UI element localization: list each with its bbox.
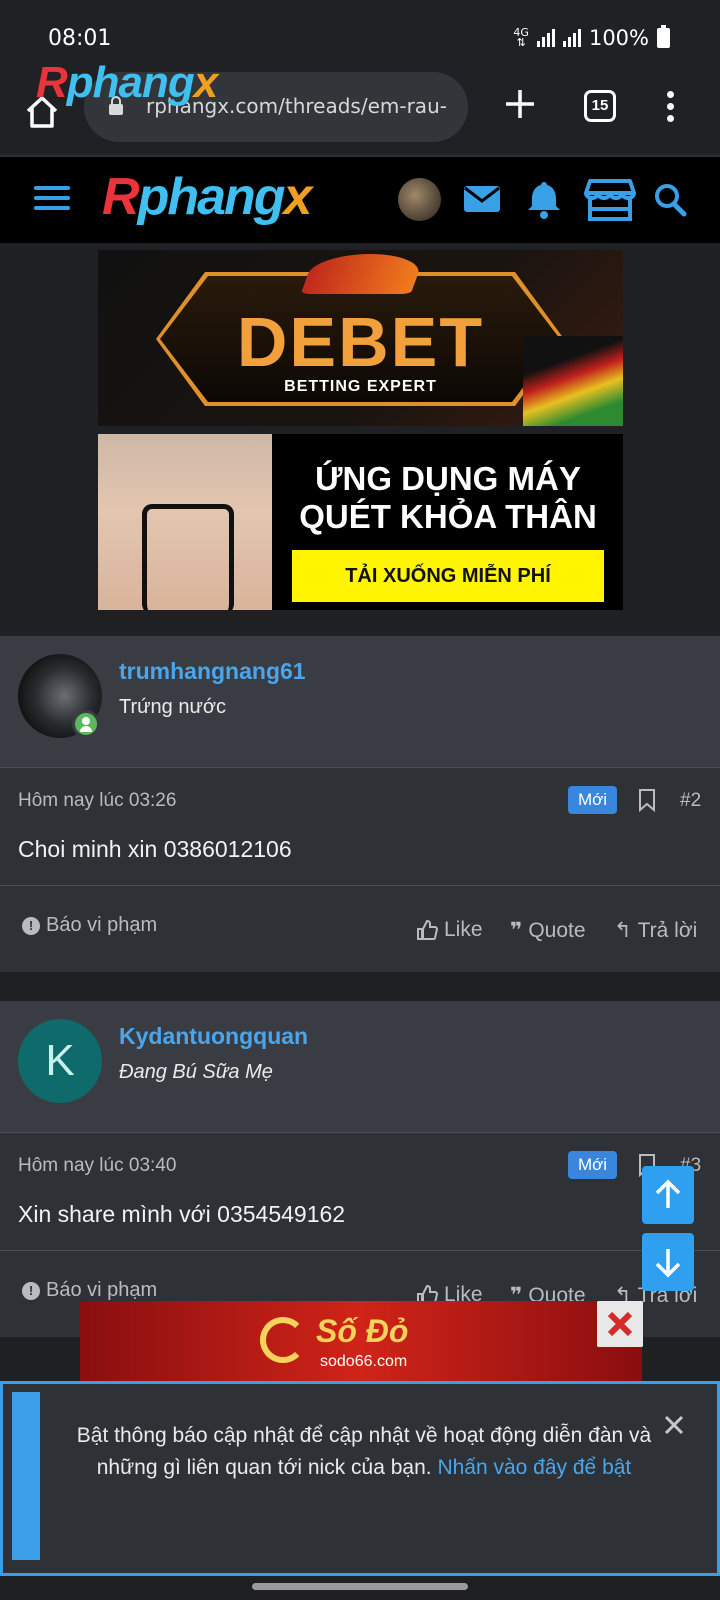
notification-prompt: Bật thông báo cập nhật để cập nhật về ho… (0, 1381, 720, 1576)
reply-icon: ↰ (614, 919, 632, 942)
arrow-up-icon (655, 1179, 681, 1208)
user-avatar[interactable] (398, 178, 441, 221)
post-content: Xin share mình với 0354549162 (18, 1201, 346, 1227)
more-menu-button[interactable] (660, 88, 680, 128)
post-body: Hôm nay lúc 03:26 Mới #2 Choi minh xin 0… (0, 768, 720, 886)
close-ad-button[interactable] (597, 1301, 643, 1347)
ad-banner-app[interactable]: ỨNG DỤNG MÁY QUÉT KHỎA THÂN TẢI XUỐNG MI… (98, 434, 623, 610)
report-button[interactable]: ! Báo vi phạm (22, 914, 157, 937)
battery-icon (657, 25, 670, 48)
ad-photo (98, 434, 272, 610)
sodo-url: sodo66.com (320, 1353, 408, 1370)
post-actions: ! Báo vi phạm Like ❞ Quote ↰ Trả lời (0, 886, 720, 972)
post-2: trumhangnang61 Trứng nước Hôm nay lúc 03… (0, 636, 720, 972)
user-title: Trứng nước (119, 696, 226, 718)
quote-button[interactable]: ❞ Quote (510, 918, 586, 943)
report-button[interactable]: ! Báo vi phạm (22, 1279, 157, 1302)
new-badge: Mới (568, 1151, 618, 1179)
post-author-bar: trumhangnang61 Trứng nước (0, 636, 720, 768)
site-logo[interactable]: Rphangx (102, 167, 312, 227)
gesture-bar[interactable] (252, 1583, 468, 1590)
post-author-bar: K Kydantuongquan Đang Bú Sữa Mẹ (0, 1001, 720, 1133)
user-title: Đang Bú Sữa Mẹ (119, 1061, 273, 1083)
signal-icon (536, 29, 555, 47)
network-type: 4G ⇅ (513, 26, 529, 49)
signal-icon-2 (562, 29, 581, 47)
search-icon[interactable] (652, 177, 688, 221)
ad-banner-sodo[interactable]: Số Đỏ sodo66.com (80, 1301, 642, 1381)
ad-banner-debet[interactable]: DEBET BETTING EXPERT (98, 250, 623, 426)
thumbs-up-icon (417, 919, 438, 940)
post-content: Choi minh xin 0386012106 (18, 836, 292, 862)
bell-icon[interactable] (522, 177, 566, 221)
post-date[interactable]: Hôm nay lúc 03:40 (18, 1155, 176, 1177)
bookmark-icon[interactable] (638, 788, 656, 812)
ad-app-headline: ỨNG DỤNG MÁY QUÉT KHỎA THÂN (299, 460, 597, 535)
quote-icon: ❞ (510, 919, 523, 942)
ad-debet-subtitle: BETTING EXPERT (284, 378, 437, 395)
site-header: Rphangx (0, 157, 720, 243)
flame-graphic (300, 254, 426, 294)
avatar[interactable]: K (18, 1019, 102, 1103)
menu-icon[interactable] (34, 186, 70, 214)
post-username[interactable]: Kydantuongquan (119, 1023, 308, 1050)
exclamation-icon: ! (22, 916, 40, 935)
exclamation-icon: ! (22, 1281, 40, 1300)
new-tab-button[interactable] (502, 86, 538, 122)
ad-app-download-button[interactable]: TẢI XUỐNG MIỄN PHÍ (292, 550, 604, 602)
post-number[interactable]: #2 (680, 790, 701, 812)
store-icon[interactable] (584, 177, 636, 221)
sodo-logo-text: Số Đỏ (316, 1313, 409, 1349)
status-icons: 4G ⇅ 100% (513, 25, 670, 50)
scroll-up-button[interactable] (642, 1166, 694, 1224)
sodo-logo-icon (260, 1317, 306, 1363)
post-3: K Kydantuongquan Đang Bú Sữa Mẹ Hôm nay … (0, 1001, 720, 1337)
post-username[interactable]: trumhangnang61 (119, 658, 306, 685)
enable-notifications-link[interactable]: Nhấn vào đây để bật (437, 1456, 631, 1479)
status-time: 08:01 (48, 26, 112, 51)
scroll-down-button[interactable] (642, 1233, 694, 1291)
reply-button[interactable]: ↰ Trả lời (614, 918, 697, 943)
favicon-logo-overlay: Rphangx (36, 58, 218, 107)
online-status-icon (72, 710, 100, 738)
ad-debet-title: DEBET (236, 303, 485, 381)
post-body: Hôm nay lúc 03:40 Mới #3 Xin share mình … (0, 1133, 720, 1251)
close-icon[interactable] (663, 1414, 685, 1436)
like-button[interactable]: Like (416, 918, 483, 942)
post-date[interactable]: Hôm nay lúc 03:26 (18, 790, 176, 812)
browser-toolbar: rphangx.com/threads/em-rau- Rphangx 15 (0, 58, 720, 157)
battery-percent: 100% (588, 26, 649, 50)
arrow-down-icon (655, 1249, 681, 1278)
mail-icon[interactable] (460, 177, 504, 221)
new-badge: Mới (568, 786, 618, 814)
tab-switcher-button[interactable]: 15 (584, 90, 616, 122)
